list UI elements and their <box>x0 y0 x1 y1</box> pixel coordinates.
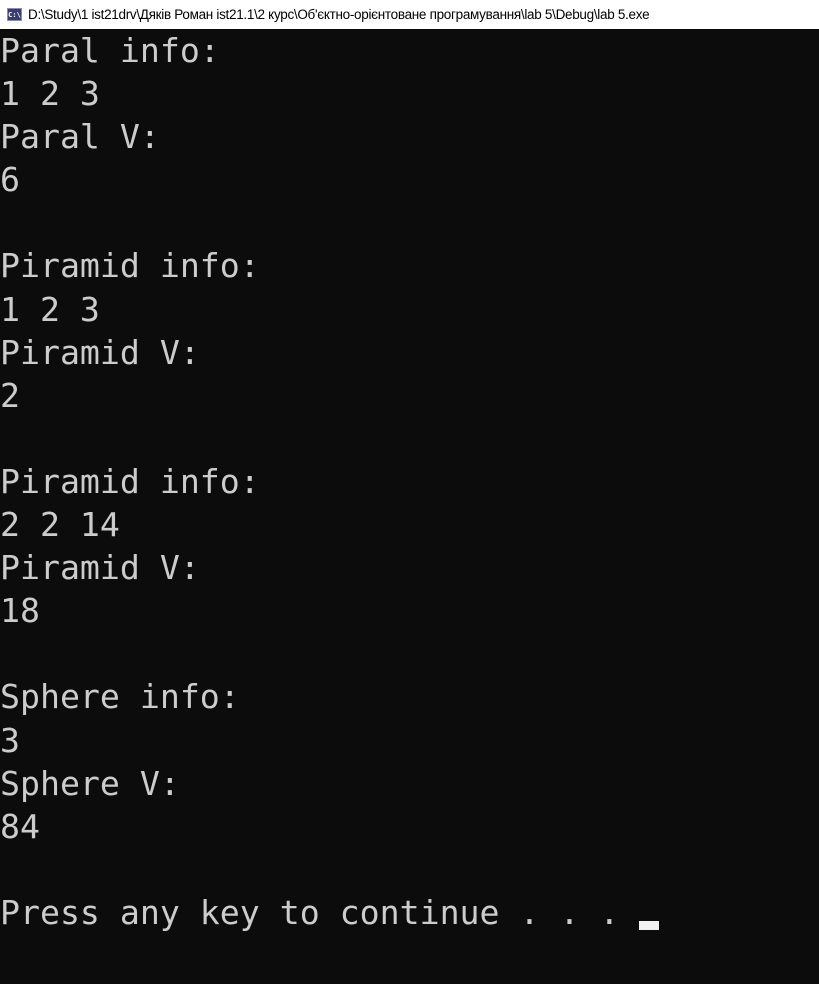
console-line: 6 <box>0 160 20 200</box>
console-app-icon: C:\ <box>7 8 22 21</box>
console-line: Piramid info: <box>0 246 260 286</box>
console-line: 1 2 3 <box>0 289 100 329</box>
console-output[interactable]: Paral info: 1 2 3 Paral V: 6 Piramid inf… <box>0 29 819 934</box>
console-line: Paral V: <box>0 117 160 157</box>
console-line: 2 2 14 <box>0 505 120 545</box>
console-line: Sphere info: <box>0 677 240 717</box>
window-title: D:\Study\1 ist21drv\Дяків Роман ist21.1\… <box>28 7 650 22</box>
console-line: Sphere V: <box>0 763 180 803</box>
console-prompt-line: Press any key to continue . . . <box>0 891 819 934</box>
title-bar[interactable]: C:\ D:\Study\1 ist21drv\Дяків Роман ist2… <box>0 0 819 29</box>
console-line: 18 <box>0 591 40 631</box>
console-line: 84 <box>0 806 40 846</box>
console-line: Piramid V: <box>0 332 200 372</box>
console-line: 2 <box>0 375 20 415</box>
console-line: Piramid V: <box>0 548 200 588</box>
text-cursor <box>639 920 660 930</box>
console-line: 1 2 3 <box>0 74 100 114</box>
console-line: Paral info: <box>0 31 220 70</box>
console-line: 3 <box>0 720 20 760</box>
press-any-key-prompt: Press any key to continue . . . <box>0 892 640 932</box>
console-line: Piramid info: <box>0 461 260 501</box>
